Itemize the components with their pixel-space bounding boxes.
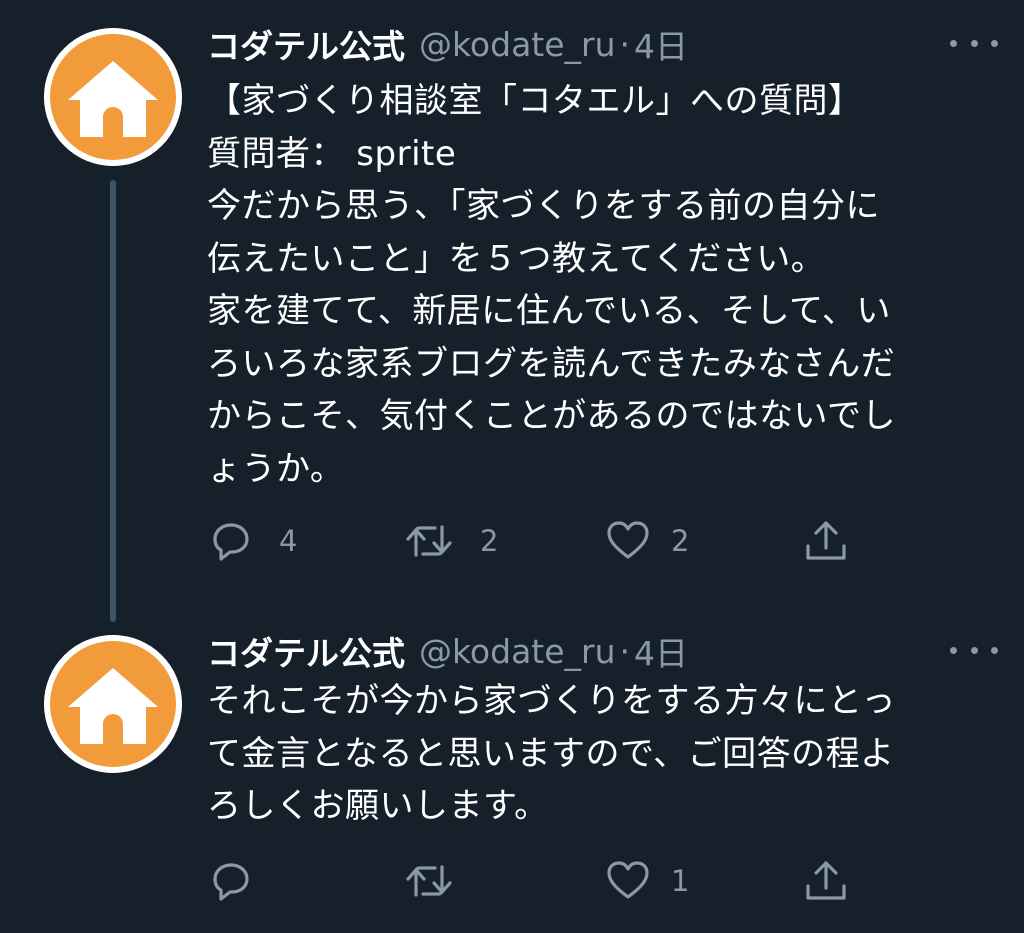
reply-count: 4 (279, 524, 298, 558)
like-count: 2 (671, 524, 690, 558)
more-icon[interactable] (950, 635, 998, 665)
reply-button[interactable] (209, 857, 279, 905)
avatar[interactable] (44, 28, 182, 166)
share-button[interactable] (803, 857, 849, 905)
tweet-actions: 4 2 2 (207, 517, 857, 565)
like-button[interactable]: 2 (605, 517, 689, 565)
thread-connector-line (110, 180, 116, 622)
timestamp[interactable]: 4日 (634, 20, 688, 68)
separator-dot: · (619, 631, 631, 671)
reply-button[interactable]: 4 (209, 517, 297, 565)
tweet-header: コダテル公式 @kodate_ru · 4日 (207, 629, 1000, 673)
like-count: 1 (671, 864, 690, 898)
retweet-icon (406, 525, 452, 557)
retweet-count: 2 (480, 524, 499, 558)
user-handle[interactable]: @kodate_ru (419, 25, 616, 64)
like-button[interactable]: 1 (605, 857, 689, 905)
reply-icon (213, 523, 249, 561)
share-icon (806, 521, 846, 560)
tweet-actions: 1 (207, 857, 857, 905)
retweet-button[interactable] (404, 857, 480, 905)
tweet-text: 【家づくり相談室「コタエル」への質問】 質問者： sprite 今だから思う、「… (207, 81, 896, 489)
separator-dot: · (619, 24, 631, 64)
tweet-header: コダテル公式 @kodate_ru · 4日 (207, 22, 1000, 66)
display-name[interactable]: コダテル公式 (207, 627, 405, 675)
retweet-button[interactable]: 2 (404, 517, 498, 565)
more-icon[interactable] (950, 28, 998, 58)
user-handle[interactable]: @kodate_ru (419, 632, 616, 671)
avatar-house-icon (44, 635, 182, 773)
like-icon (607, 861, 649, 899)
avatar-house-icon (44, 28, 182, 166)
share-icon (806, 861, 846, 900)
display-name[interactable]: コダテル公式 (207, 20, 405, 68)
tweet-text: それこそが今から家づくりをする方々にとっ て金言となると思いますので、ご回答の程… (207, 681, 896, 826)
share-button[interactable] (803, 517, 849, 565)
reply-icon (213, 863, 249, 901)
like-icon (607, 521, 649, 559)
retweet-icon (406, 865, 452, 897)
avatar[interactable] (44, 635, 182, 773)
timestamp[interactable]: 4日 (634, 627, 688, 675)
